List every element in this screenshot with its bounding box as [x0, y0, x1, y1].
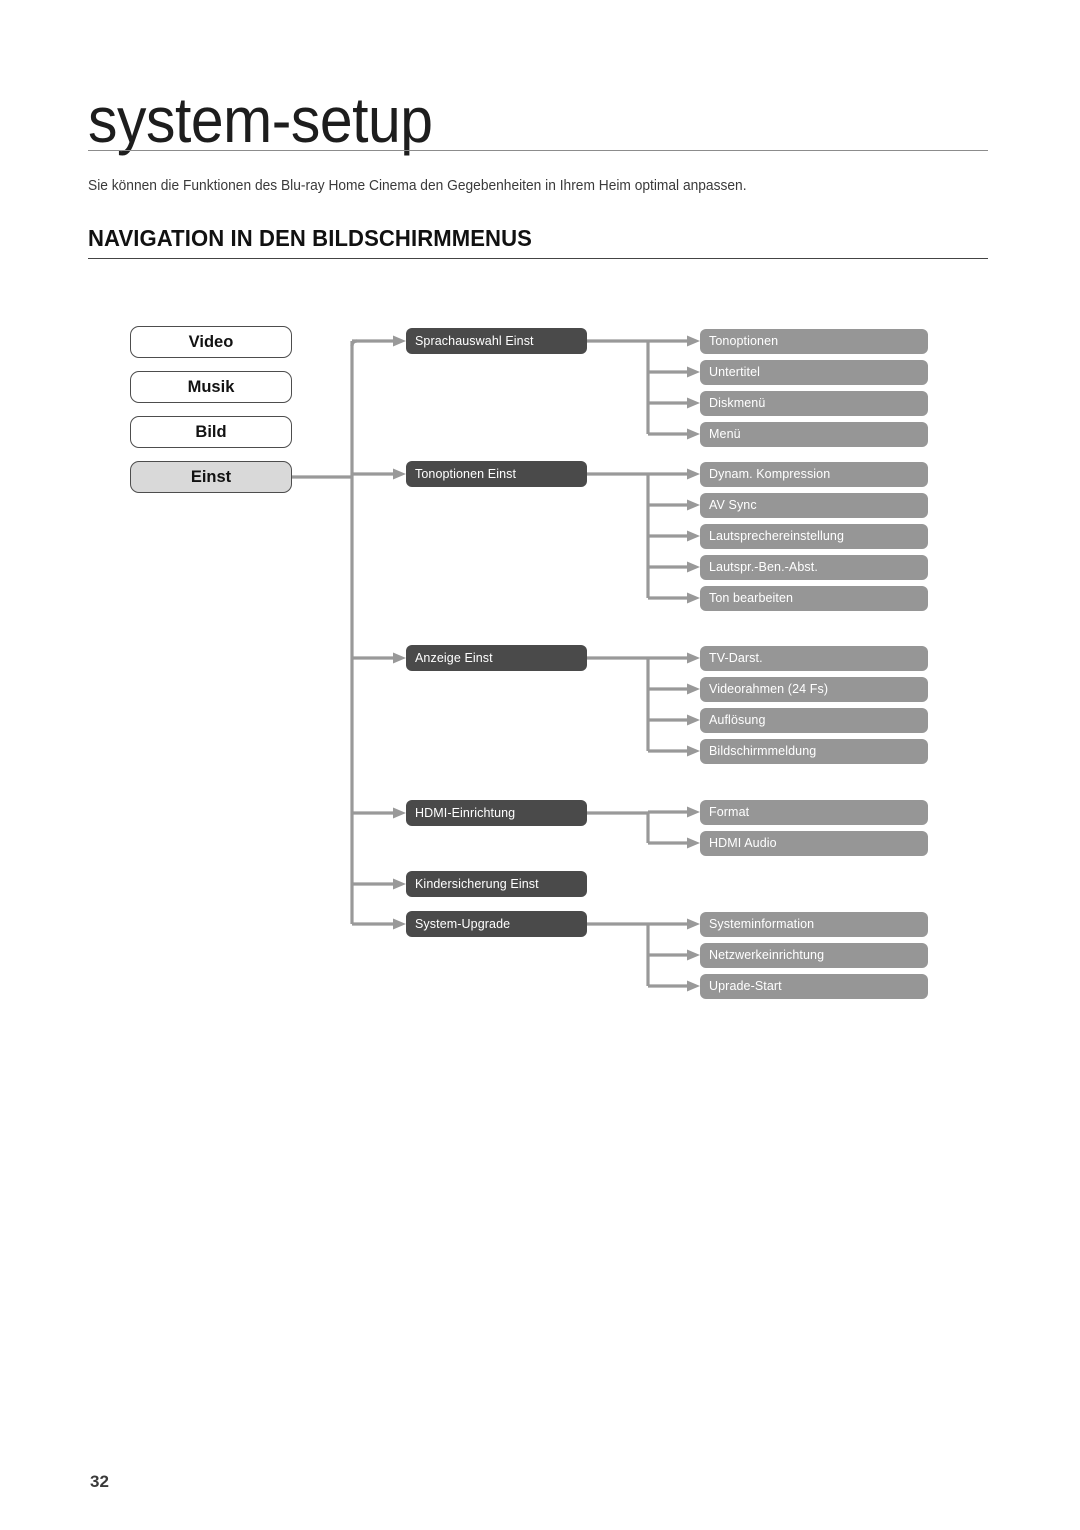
- submenu-node-6-2-label: Netzwerkeinrichtung: [709, 948, 825, 962]
- submenu-node-1-3[interactable]: Diskmenü: [700, 390, 928, 416]
- submenu-node-1-2-label: Untertitel: [709, 365, 761, 379]
- submenu-node-1-4[interactable]: Menü: [700, 421, 928, 447]
- submenu-node-1-1-label: Tonoptionen: [709, 334, 779, 348]
- submenu-node-4-1[interactable]: Format: [700, 799, 928, 825]
- submenu-node-2-3[interactable]: Lautsprechereinstellung: [700, 523, 928, 549]
- submenu-node-1-2[interactable]: Untertitel: [700, 359, 928, 385]
- submenu-node-3-3[interactable]: Auflösung: [700, 707, 928, 733]
- submenu-node-3-3-label: Auflösung: [709, 713, 766, 727]
- menu-node-5[interactable]: Kindersicherung Einst: [406, 871, 587, 897]
- root-menu-item-musik-label: Musik: [187, 377, 235, 396]
- menu-node-3[interactable]: Anzeige Einst: [406, 645, 587, 671]
- menu-node-2-label: Tonoptionen Einst: [415, 467, 517, 481]
- menu-node-1[interactable]: Sprachauswahl Einst: [406, 328, 587, 354]
- submenu-node-3-1-label: TV-Darst.: [709, 651, 763, 665]
- submenu-node-2-1[interactable]: Dynam. Kompression: [700, 461, 928, 487]
- submenu-node-2-2-label: AV Sync: [709, 498, 757, 512]
- root-menu-item-einst-label: Einst: [190, 467, 232, 486]
- submenu-node-3-4[interactable]: Bildschirmmeldung: [700, 738, 928, 764]
- submenu-node-2-4[interactable]: Lautspr.-Ben.-Abst.: [700, 554, 928, 580]
- page-number: 32: [90, 1472, 109, 1491]
- menu-node-1-label: Sprachauswahl Einst: [415, 334, 534, 348]
- root-menu-item-video[interactable]: Video: [130, 326, 292, 358]
- submenu-node-3-2-label: Videorahmen (24 Fs): [709, 682, 829, 696]
- root-menu-item-einst[interactable]: Einst: [130, 461, 292, 493]
- submenu-node-1-3-label: Diskmenü: [709, 396, 766, 410]
- menu-node-5-label: Kindersicherung Einst: [415, 877, 539, 891]
- submenu-node-2-4-label: Lautspr.-Ben.-Abst.: [709, 560, 818, 574]
- menu-node-4-label: HDMI-Einrichtung: [415, 806, 516, 820]
- submenu-node-3-2[interactable]: Videorahmen (24 Fs): [700, 676, 928, 702]
- submenu-node-4-2-label: HDMI Audio: [709, 836, 777, 850]
- menu-navigation-diagram: Video Musik Bild Einst Sprachauswahl Einst To…: [0, 0, 1080, 1530]
- submenu-node-6-3-label: Uprade-Start: [709, 979, 782, 993]
- menu-node-4[interactable]: HDMI-Einrichtung: [406, 800, 587, 826]
- menu-node-6[interactable]: System-Upgrade: [406, 911, 587, 937]
- root-menu-item-bild[interactable]: Bild: [130, 416, 292, 448]
- submenu-node-2-3-label: Lautsprechereinstellung: [709, 529, 845, 543]
- menu-node-3-label: Anzeige Einst: [415, 651, 493, 665]
- submenu-node-6-2[interactable]: Netzwerkeinrichtung: [700, 942, 928, 968]
- menu-node-6-label: System-Upgrade: [415, 917, 511, 931]
- submenu-node-1-4-label: Menü: [709, 427, 741, 441]
- submenu-node-6-1-label: Systeminformation: [709, 917, 815, 931]
- submenu-node-4-1-label: Format: [709, 805, 750, 819]
- root-menu-item-video-label: Video: [188, 332, 234, 351]
- submenu-node-6-1[interactable]: Systeminformation: [700, 911, 928, 937]
- submenu-node-2-2[interactable]: AV Sync: [700, 492, 928, 518]
- submenu-node-2-5-label: Ton bearbeiten: [709, 591, 794, 605]
- root-menu-item-musik[interactable]: Musik: [130, 371, 292, 403]
- submenu-node-1-1[interactable]: Tonoptionen: [700, 328, 928, 354]
- submenu-node-2-1-label: Dynam. Kompression: [709, 467, 831, 481]
- root-menu-item-bild-label: Bild: [195, 422, 227, 441]
- submenu-node-2-5[interactable]: Ton bearbeiten: [700, 585, 928, 611]
- submenu-node-6-3[interactable]: Uprade-Start: [700, 973, 928, 999]
- menu-node-2[interactable]: Tonoptionen Einst: [406, 461, 587, 487]
- submenu-node-3-1[interactable]: TV-Darst.: [700, 645, 928, 671]
- connector-lines: [292, 335, 700, 992]
- submenu-node-4-2[interactable]: HDMI Audio: [700, 830, 928, 856]
- submenu-node-3-4-label: Bildschirmmeldung: [709, 744, 817, 758]
